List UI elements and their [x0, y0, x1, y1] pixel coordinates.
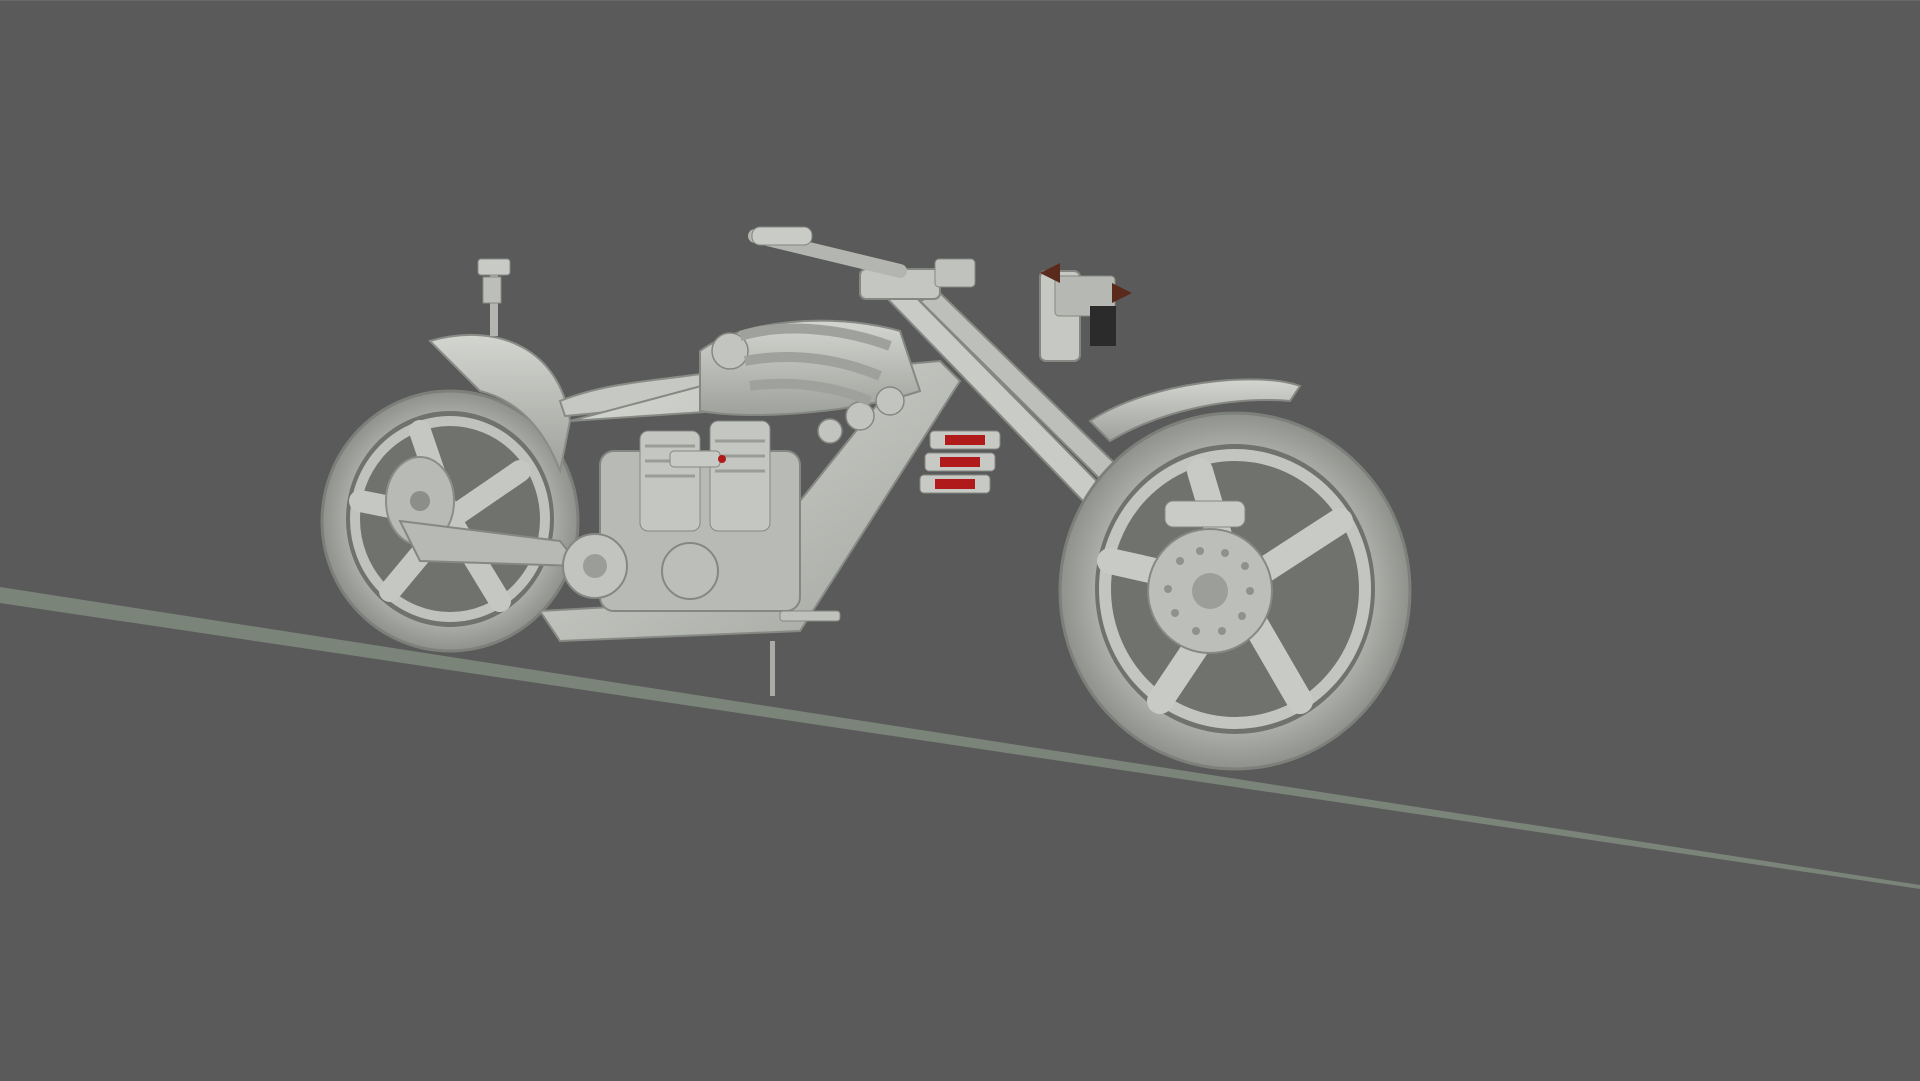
- foot-peg: [779, 610, 841, 622]
- red-canisters: [919, 430, 1001, 494]
- kickstand: [770, 641, 775, 696]
- rear-light-mast: [477, 258, 511, 336]
- ground-plane: [0, 587, 1920, 889]
- engine: [562, 420, 801, 612]
- scene-canvas[interactable]: [0, 1, 1920, 1081]
- motorcycle-model[interactable]: [320, 226, 1412, 771]
- front-wheel[interactable]: [1058, 411, 1412, 771]
- headlight-assembly: [1039, 263, 1132, 362]
- 3d-viewport[interactable]: [0, 0, 1920, 1080]
